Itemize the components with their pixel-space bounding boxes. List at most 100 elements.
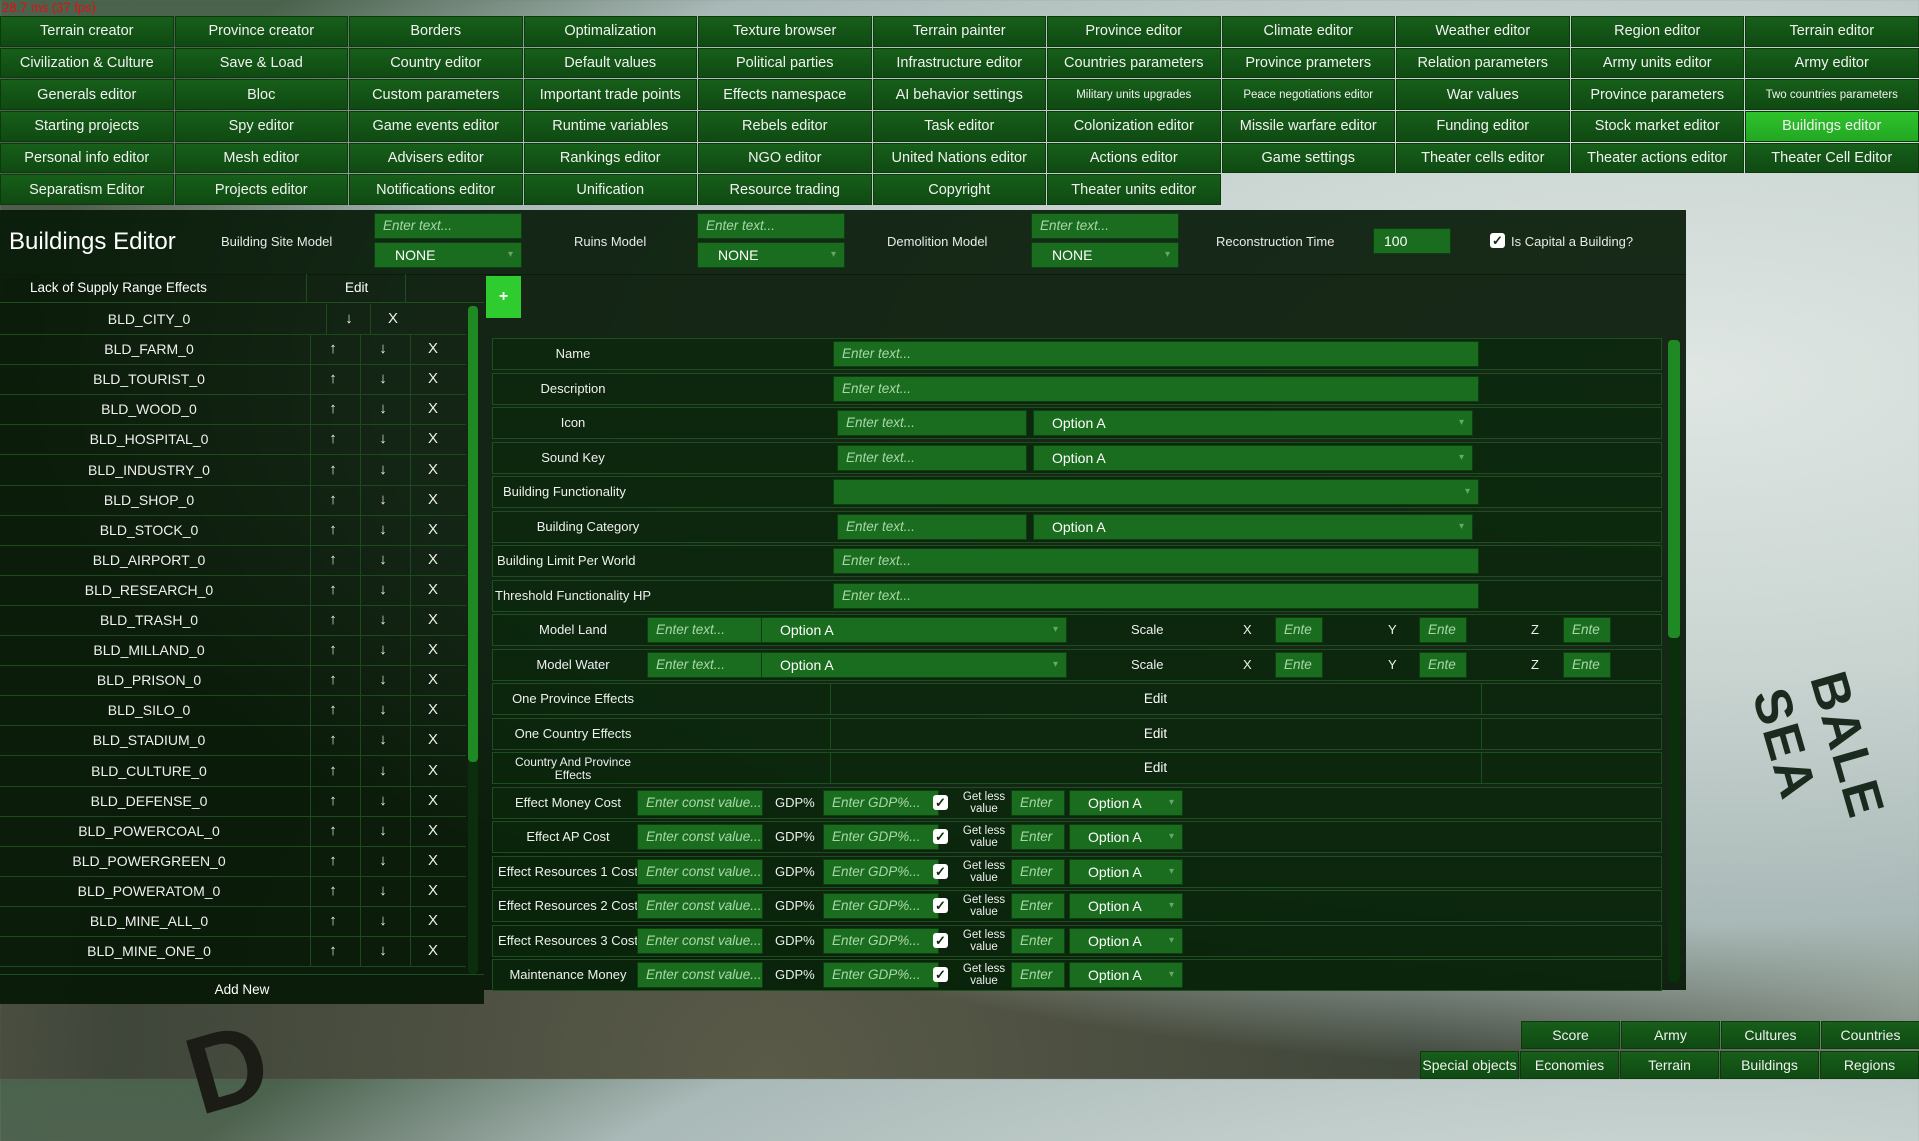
list-item[interactable]: BLD_FARM_0 ↑ ↓ X [0, 334, 466, 366]
move-down-button[interactable]: ↓ [326, 304, 371, 334]
effect-resources-1-cost-gdp-input[interactable]: Enter GDP%... [823, 858, 939, 885]
menu-starting-projects[interactable]: Starting projects [0, 111, 174, 142]
move-up-button[interactable]: ↑ [310, 364, 355, 395]
name-input[interactable]: Enter text... [833, 341, 1479, 367]
move-up-button[interactable]: ↑ [310, 845, 355, 876]
list-item[interactable]: BLD_SILO_0 ↑ ↓ X [0, 695, 466, 727]
move-down-button[interactable]: ↓ [360, 454, 405, 485]
country-province-effects-edit-button[interactable]: Edit [830, 753, 1481, 783]
effect-resources-3-cost-get-less-checkbox[interactable]: ✓ [933, 932, 948, 948]
menu-optimalization[interactable]: Optimalization [523, 16, 697, 47]
icon-select[interactable]: Option A ▾ [1033, 410, 1473, 436]
remove-button[interactable]: X [410, 484, 455, 515]
move-up-button[interactable]: ↑ [310, 785, 355, 816]
menu-missile-warfare-editor[interactable]: Missile warfare editor [1221, 111, 1395, 142]
remove-button[interactable]: X [410, 544, 455, 575]
menu-peace-negotiations-editor[interactable]: Peace negotiations editor [1221, 79, 1395, 111]
remove-button[interactable]: X [410, 875, 455, 906]
menu-colonization-editor[interactable]: Colonization editor [1047, 111, 1221, 142]
menu-projects-editor[interactable]: Projects editor [174, 174, 348, 206]
remove-button[interactable]: X [410, 695, 455, 726]
move-up-button[interactable]: ↑ [310, 755, 355, 786]
map-mode-terrain[interactable]: Terrain [1620, 1051, 1719, 1079]
menu-infrastructure-editor[interactable]: Infrastructure editor [872, 47, 1046, 79]
remove-button[interactable]: X [410, 424, 455, 455]
remove-button[interactable]: X [410, 514, 455, 545]
menu-effects-namespace[interactable]: Effects namespace [698, 79, 872, 111]
move-up-button[interactable]: ↑ [310, 574, 355, 605]
effect-resources-2-cost-gdp-input[interactable]: Enter GDP%... [823, 893, 939, 919]
form-scrollbar-thumb[interactable] [1668, 340, 1680, 638]
effect-resources-2-cost-enter-input[interactable]: Enter [1011, 893, 1065, 919]
remove-button[interactable]: X [370, 304, 415, 334]
list-item[interactable]: BLD_CULTURE_0 ↑ ↓ X [0, 755, 466, 787]
menu-unification[interactable]: Unification [523, 174, 697, 206]
remove-button[interactable]: X [410, 665, 455, 696]
effect-resources-1-cost-enter-input[interactable]: Enter [1011, 858, 1065, 885]
move-down-button[interactable]: ↓ [360, 424, 405, 455]
move-down-button[interactable]: ↓ [360, 875, 405, 906]
map-mode-special-objects[interactable]: Special objects [1420, 1051, 1519, 1079]
menu-game-settings[interactable]: Game settings [1221, 142, 1395, 174]
move-down-button[interactable]: ↓ [360, 514, 405, 545]
menu-default-values[interactable]: Default values [523, 47, 697, 79]
effect-resources-3-cost-enter-input[interactable]: Enter [1011, 927, 1065, 954]
menu-political-parties[interactable]: Political parties [698, 47, 872, 79]
map-mode-countries[interactable]: Countries [1821, 1021, 1919, 1049]
list-item[interactable]: BLD_AIRPORT_0 ↑ ↓ X [0, 544, 466, 576]
effect-resources-3-cost-select[interactable]: Option A ▾ [1069, 927, 1183, 954]
menu-army-editor[interactable]: Army editor [1745, 47, 1919, 79]
menu-climate-editor[interactable]: Climate editor [1221, 16, 1395, 47]
maintenance-money-get-less-checkbox[interactable]: ✓ [933, 967, 948, 982]
building-site-model-input[interactable]: Enter text... [374, 213, 522, 239]
menu-province-parameters[interactable]: Province parameters [1570, 79, 1744, 111]
sound-key-select[interactable]: Option A ▾ [1033, 444, 1473, 471]
category-select[interactable]: Option A ▾ [1033, 513, 1473, 540]
map-mode-cultures[interactable]: Cultures [1721, 1021, 1820, 1049]
demolition-model-select[interactable]: NONE ▾ [1031, 242, 1179, 268]
menu-war-values[interactable]: War values [1396, 79, 1570, 111]
remove-button[interactable]: X [410, 785, 455, 816]
form-scrollbar[interactable] [1668, 340, 1680, 982]
capital-building-checkbox[interactable]: ✓ [1490, 233, 1505, 248]
model-water-input[interactable]: Enter text... [647, 651, 779, 678]
menu-terrain-editor[interactable]: Terrain editor [1745, 16, 1919, 47]
menu-region-editor[interactable]: Region editor [1570, 16, 1744, 47]
list-item[interactable]: BLD_MINE_ONE_0 ↑ ↓ X [0, 936, 466, 968]
menu-countries-parameters[interactable]: Countries parameters [1047, 47, 1221, 79]
effect-ap-cost-gdp-input[interactable]: Enter GDP%... [823, 824, 939, 850]
one-province-effects-edit-button[interactable]: Edit [830, 684, 1481, 714]
map-mode-score[interactable]: Score [1521, 1021, 1620, 1049]
menu-civilization-culture[interactable]: Civilization & Culture [0, 47, 174, 79]
list-item[interactable]: BLD_STOCK_0 ↑ ↓ X [0, 514, 466, 546]
move-up-button[interactable]: ↑ [310, 544, 355, 575]
effect-resources-2-cost-select[interactable]: Option A ▾ [1069, 893, 1183, 919]
building-functionality-select[interactable]: ▾ [833, 479, 1479, 505]
list-item[interactable]: BLD_MINE_ALL_0 ↑ ↓ X [0, 906, 466, 937]
menu-copyright[interactable]: Copyright [872, 174, 1046, 206]
remove-button[interactable]: X [410, 364, 455, 395]
menu-theater-units-editor[interactable]: Theater units editor [1047, 174, 1221, 206]
list-item[interactable]: BLD_TRASH_0 ↑ ↓ X [0, 605, 466, 636]
menu-save-load[interactable]: Save & Load [174, 47, 348, 79]
list-item[interactable]: BLD_POWERGREEN_0 ↑ ↓ X [0, 845, 466, 877]
move-up-button[interactable]: ↑ [310, 334, 355, 365]
list-scrollbar[interactable] [468, 306, 478, 974]
list-item[interactable]: BLD_SHOP_0 ↑ ↓ X [0, 484, 466, 516]
menu-ai-behavior-settings[interactable]: AI behavior settings [872, 79, 1046, 111]
list-item[interactable]: BLD_POWERCOAL_0 ↑ ↓ X [0, 815, 466, 847]
move-up-button[interactable]: ↑ [310, 484, 355, 515]
effect-resources-1-cost-const-input[interactable]: Enter const value... [637, 858, 763, 885]
move-down-button[interactable]: ↓ [360, 574, 405, 605]
menu-theater-cell-editor[interactable]: Theater Cell Editor [1745, 142, 1919, 174]
menu-borders[interactable]: Borders [349, 16, 523, 47]
move-down-button[interactable]: ↓ [360, 605, 405, 635]
icon-input[interactable]: Enter text... [837, 410, 1027, 436]
move-up-button[interactable]: ↑ [310, 424, 355, 455]
menu-task-editor[interactable]: Task editor [872, 111, 1046, 142]
list-item[interactable]: BLD_PRISON_0 ↑ ↓ X [0, 665, 466, 697]
menu-funding-editor[interactable]: Funding editor [1396, 111, 1570, 142]
menu-custom-parameters[interactable]: Custom parameters [349, 79, 523, 111]
menu-weather-editor[interactable]: Weather editor [1396, 16, 1570, 47]
scale-z-input[interactable]: Ente [1563, 617, 1611, 643]
